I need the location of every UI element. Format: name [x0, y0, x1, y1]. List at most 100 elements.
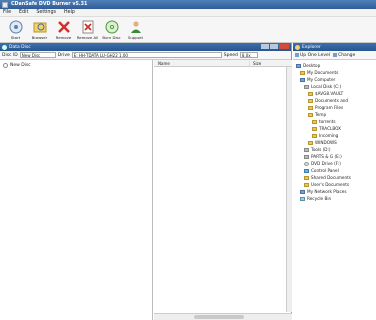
- recycle-icon: [300, 196, 305, 201]
- tree-node[interactable]: PARTS & G (E:): [296, 153, 376, 160]
- tree-node-label: User's Documents: [311, 182, 350, 187]
- data-disc-header: Data Disc: [0, 43, 291, 51]
- burn-disc-button[interactable]: Burn Disc: [100, 19, 123, 40]
- tree-node[interactable]: Tools (D:): [296, 146, 376, 153]
- tree-node-label: Recycle Bin: [307, 196, 332, 201]
- view-icon: [333, 53, 338, 57]
- start-button[interactable]: Start: [4, 19, 27, 40]
- tree-node[interactable]: Shared Documents: [296, 174, 376, 181]
- menu-settings[interactable]: Settings: [36, 10, 56, 15]
- tree-node[interactable]: User's Documents: [296, 181, 376, 188]
- tree-node-label: My Documents: [307, 70, 339, 75]
- disc-tree[interactable]: New Disc: [0, 60, 153, 320]
- explorer-tree[interactable]: Desktop My Documents My Computer Local Disk…: [293, 60, 376, 202]
- tree-node-label: PARTS & G (E:): [311, 154, 342, 159]
- disc-id-field[interactable]: New Disc: [19, 52, 56, 58]
- tree-node-label: Incoming: [319, 133, 339, 138]
- tree-node-label: My Computer: [307, 77, 336, 82]
- remove-all-button[interactable]: Remove All: [76, 19, 99, 40]
- folder-icon: [304, 182, 309, 187]
- disc-id-label: Disc ID: [2, 52, 18, 58]
- disc-tree-root-label: New Disc: [10, 63, 31, 68]
- start-label: Start: [10, 35, 21, 40]
- tree-node-label: Local Disk (C:): [311, 84, 342, 89]
- explorer-header: Explorer: [293, 43, 376, 51]
- horizontal-scrollbar[interactable]: [154, 313, 292, 320]
- up-arrow-icon: [295, 53, 299, 57]
- disc-id-value: New Disc: [21, 52, 41, 58]
- drive-icon: [304, 154, 309, 159]
- toolbar: Start Browser Remove Remove All Burn Dis…: [0, 17, 376, 43]
- cd-icon: [304, 161, 309, 166]
- tree-node[interactable]: Recycle Bin: [296, 195, 376, 202]
- explorer-panel: Explorer Up One Level Change Desktop My D…: [293, 43, 376, 320]
- change-view-button[interactable]: Change: [333, 53, 355, 58]
- support-icon: [128, 19, 144, 34]
- browser-icon: [32, 19, 48, 34]
- tree-node[interactable]: Program Files: [296, 104, 376, 111]
- title-bar: CDanSafe DVD Burner v5.31: [0, 0, 376, 9]
- folder-icon: [295, 44, 300, 50]
- remove-button[interactable]: Remove: [52, 19, 75, 40]
- drive-select[interactable]: E: HH-TDATA LU-GH22 1.00: [71, 52, 222, 58]
- tree-node-label: Tools (D:): [311, 147, 331, 152]
- vertical-scrollbar[interactable]: [286, 67, 292, 312]
- menu-edit[interactable]: Edit: [19, 10, 28, 15]
- tree-node-label: Temp: [315, 112, 327, 117]
- change-view-label: Change: [338, 52, 356, 58]
- folder-icon: [308, 105, 313, 110]
- tree-node[interactable]: TRACLBOX: [296, 125, 376, 132]
- tree-node-label: WINDOWS: [315, 140, 337, 145]
- tree-node[interactable]: Incoming: [296, 132, 376, 139]
- close-button[interactable]: [279, 44, 289, 49]
- drive-icon: [304, 84, 309, 89]
- cd-icon: [3, 63, 8, 68]
- up-one-level-label: Up One Level: [300, 52, 331, 58]
- tree-node[interactable]: torrents: [296, 118, 376, 125]
- tree-node[interactable]: WINDOWS: [296, 139, 376, 146]
- start-icon: [8, 19, 24, 34]
- folder-icon: [312, 119, 317, 124]
- tree-node[interactable]: DVD Drive (F:): [296, 160, 376, 167]
- browser-label: Browser: [31, 35, 48, 40]
- disc-info-bar: Disc ID New Disc Drive E: HH-TDATA LU-GH…: [0, 51, 291, 60]
- menu-help[interactable]: Help: [64, 10, 75, 15]
- tree-node[interactable]: Documents and: [296, 97, 376, 104]
- maximize-button[interactable]: [270, 44, 278, 49]
- remove-all-label: Remove All: [76, 35, 99, 40]
- minimize-button[interactable]: [261, 44, 269, 49]
- remove-label: Remove: [55, 35, 72, 40]
- browser-button[interactable]: Browser: [28, 19, 51, 40]
- data-disc-title: Data Disc: [9, 44, 31, 50]
- disc-tree-root[interactable]: New Disc: [3, 63, 149, 68]
- speed-label: Speed: [223, 52, 238, 58]
- tree-node[interactable]: Temp: [296, 111, 376, 118]
- tree-node[interactable]: Desktop: [296, 62, 376, 69]
- column-name[interactable]: Name: [154, 60, 250, 66]
- tree-node[interactable]: My Network Places: [296, 188, 376, 195]
- tree-node[interactable]: $AVG8.VAULT: [296, 90, 376, 97]
- folder-icon: [300, 70, 305, 75]
- up-one-level-button[interactable]: Up One Level: [295, 53, 330, 58]
- tree-node-label: $AVG8.VAULT: [315, 91, 344, 96]
- tree-node[interactable]: My Computer: [296, 76, 376, 83]
- file-list-header: Name Size: [154, 60, 292, 67]
- scroll-thumb[interactable]: [194, 315, 244, 319]
- menu-bar: File Edit Settings Help: [0, 9, 376, 17]
- explorer-toolbar: Up One Level Change: [293, 51, 376, 60]
- tree-node-label: Control Panel: [311, 168, 339, 173]
- speed-value: 8.0x: [241, 52, 251, 58]
- tree-node-label: Desktop: [303, 63, 321, 68]
- menu-file[interactable]: File: [3, 10, 11, 15]
- speed-select[interactable]: 8.0x: [239, 52, 258, 58]
- tree-node-label: Documents and: [315, 98, 349, 103]
- folder-icon: [308, 91, 313, 96]
- tree-node[interactable]: Local Disk (C:): [296, 83, 376, 90]
- support-button[interactable]: Support: [124, 19, 147, 40]
- drive-value: E: HH-TDATA LU-GH22 1.00: [73, 52, 128, 58]
- desktop-icon: [296, 63, 301, 68]
- disc-file-list[interactable]: Name Size: [154, 60, 292, 320]
- tree-node[interactable]: Control Panel: [296, 167, 376, 174]
- tree-node[interactable]: My Documents: [296, 69, 376, 76]
- column-size[interactable]: Size: [250, 61, 280, 66]
